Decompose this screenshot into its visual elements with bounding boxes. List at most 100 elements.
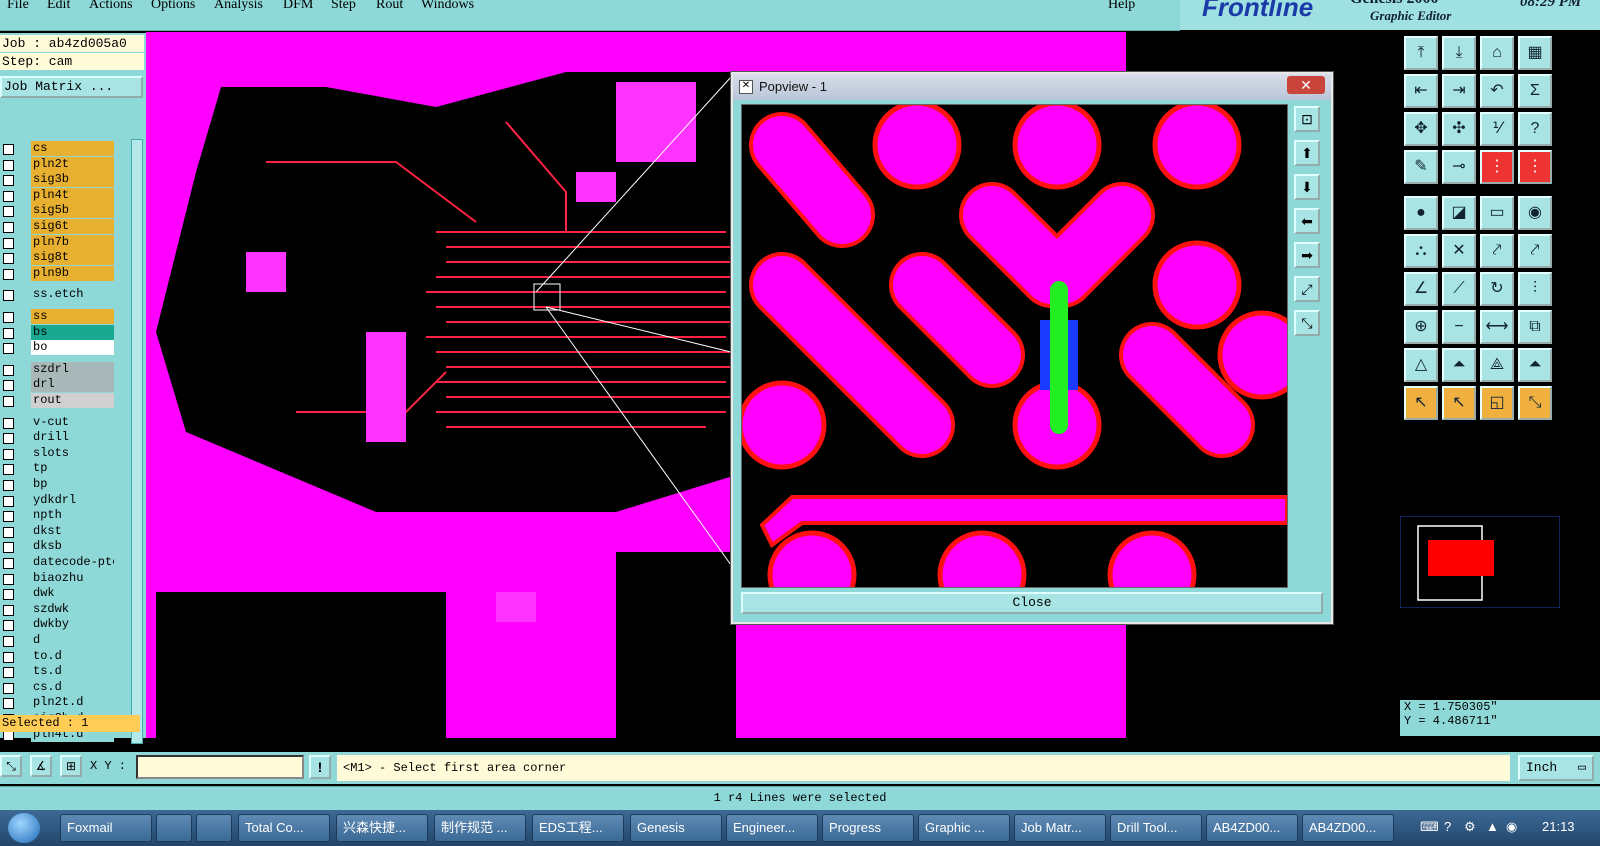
layer-checkbox[interactable] xyxy=(3,526,14,538)
layer-name[interactable]: drl xyxy=(31,377,114,393)
layer-row-slots[interactable]: slots xyxy=(0,445,115,461)
layer-checkbox[interactable] xyxy=(3,364,14,376)
triangle-mark-icon[interactable]: ⏶ xyxy=(1518,348,1552,382)
overview-map[interactable] xyxy=(1400,516,1560,608)
layer-name[interactable]: cs xyxy=(31,141,114,156)
layer-checkbox[interactable] xyxy=(3,589,14,601)
home-icon[interactable]: ⌂ xyxy=(1480,36,1514,70)
layer-name[interactable]: ss.etch xyxy=(31,287,114,303)
layer-name[interactable]: d xyxy=(31,633,114,648)
layer-checkbox[interactable] xyxy=(3,380,14,392)
layer-checkbox[interactable] xyxy=(3,253,14,265)
layer-checkbox[interactable] xyxy=(3,327,14,339)
layer-name[interactable]: pln9b xyxy=(31,265,114,281)
menu-file[interactable]: File xyxy=(7,0,29,13)
tray-expand-icon[interactable]: ▲ xyxy=(1486,819,1499,834)
layer-name[interactable]: dkst xyxy=(31,523,114,539)
align-icon[interactable]: ⫶ xyxy=(1518,272,1552,306)
layer-checkbox[interactable] xyxy=(3,159,14,171)
task-eds[interactable]: EDS工程... xyxy=(532,814,624,842)
task-ab4zd-1[interactable]: AB4ZD00... xyxy=(1206,814,1298,842)
layer-row-bo[interactable]: bo xyxy=(0,340,115,356)
layer-row-v-cut[interactable]: v-cut xyxy=(0,414,115,430)
triangle-icon[interactable]: △ xyxy=(1404,348,1438,382)
layer-checkbox[interactable] xyxy=(3,237,14,249)
layer-name[interactable]: pln7b xyxy=(31,234,114,250)
layer-checkbox[interactable] xyxy=(3,290,14,302)
clock-time[interactable]: 21:13 xyxy=(1542,819,1575,834)
popview-titlebar[interactable]: ✕ Popview - 1 ✕ xyxy=(733,74,1331,100)
triangle-up-icon[interactable]: ⏶ xyxy=(1442,348,1476,382)
menu-edit[interactable]: Edit xyxy=(47,0,70,13)
layer-checkbox[interactable] xyxy=(3,312,14,323)
layer-scrollbar[interactable] xyxy=(131,139,143,744)
task-xingsen[interactable]: 兴森快捷... xyxy=(336,814,428,842)
measure-icon[interactable]: ⟷ xyxy=(1480,310,1514,344)
pan-up-icon[interactable]: ⬆ xyxy=(1294,140,1320,166)
menu-help[interactable]: Help xyxy=(1108,0,1135,13)
copy-icon[interactable]: ⧉ xyxy=(1518,310,1552,344)
popview-close-button[interactable]: Close xyxy=(741,592,1323,614)
layer-name[interactable]: npth xyxy=(31,508,114,524)
network-icon[interactable]: ◉ xyxy=(1506,819,1517,835)
connect-icon[interactable]: ⤤ xyxy=(1480,234,1514,268)
layer-name[interactable]: sig5b xyxy=(31,203,114,219)
layer-row-npth[interactable]: npth xyxy=(0,508,115,524)
layer-name[interactable]: sig6t xyxy=(31,219,114,234)
layer-checkbox[interactable] xyxy=(3,268,14,280)
layer-name[interactable]: bo xyxy=(31,340,114,356)
task-spec[interactable]: 制作规范 ... xyxy=(434,814,526,842)
layer-name[interactable]: pln4t xyxy=(31,187,114,203)
layer-row-tp[interactable]: tp xyxy=(0,461,115,477)
pan-left-icon[interactable]: ⇤ xyxy=(1404,74,1438,108)
layer-checkbox[interactable] xyxy=(3,667,14,679)
task-job-matrix[interactable]: Job Matr... xyxy=(1014,814,1106,842)
angle-mode-icon[interactable]: ∡ xyxy=(30,755,52,777)
layer-row-biaozhu[interactable]: biaozhu xyxy=(0,570,115,586)
layer-checkbox[interactable] xyxy=(3,682,14,694)
layer-row-dwk[interactable]: dwk xyxy=(0,586,115,602)
layer-checkbox[interactable] xyxy=(3,206,14,218)
zoom-in-icon[interactable]: ⤡ xyxy=(1294,310,1320,336)
task-engineer[interactable]: Engineer... xyxy=(726,814,818,842)
layer-checkbox[interactable] xyxy=(3,542,14,554)
zoom-fit-icon[interactable]: ⊡ xyxy=(1294,106,1320,132)
layer-name[interactable]: tp xyxy=(31,461,114,477)
scale-icon[interactable]: ⅟ xyxy=(1480,112,1514,146)
layer-name[interactable]: ss xyxy=(31,309,114,324)
layer-name[interactable]: v-cut xyxy=(31,414,114,430)
layer-checkbox[interactable] xyxy=(3,573,14,585)
layer-name[interactable]: slots xyxy=(31,445,114,461)
menu-step[interactable]: Step xyxy=(331,0,356,13)
layer-checkbox[interactable] xyxy=(3,433,14,445)
layer-name[interactable]: datecode-pte xyxy=(31,555,114,570)
select-area-icon[interactable]: ◱ xyxy=(1480,386,1514,420)
layer-row-bp[interactable]: bp xyxy=(0,477,115,492)
task-total-commander[interactable]: Total Co... xyxy=(238,814,330,842)
cross-icon[interactable]: ✕ xyxy=(1442,234,1476,268)
layer-row-drill[interactable]: drill xyxy=(0,430,115,446)
layer-row-ss[interactable]: ss xyxy=(0,309,115,324)
layer-row-pln7b[interactable]: pln7b xyxy=(0,234,115,250)
layer-row-szdwk[interactable]: szdwk xyxy=(0,601,115,617)
select-icon[interactable]: ↖ xyxy=(1442,386,1476,420)
snap-mode-icon[interactable]: ⤡ xyxy=(0,755,22,777)
pan-down-icon[interactable]: ⬇ xyxy=(1294,174,1320,200)
menu-actions[interactable]: Actions xyxy=(89,0,133,13)
undo-icon[interactable]: ↶ xyxy=(1480,74,1514,108)
layer-checkbox[interactable] xyxy=(3,480,14,491)
settings-icon[interactable]: ⚙ xyxy=(1464,819,1476,835)
menu-analysis[interactable]: Analysis xyxy=(214,0,263,13)
layer-row-sig8t[interactable]: sig8t xyxy=(0,250,115,266)
popview-window[interactable]: ✕ Popview - 1 ✕ ⊡ ⬆ ⬇ ⬅ ➡ ⤢ ⤡ Close xyxy=(731,72,1333,624)
layer-row-drl[interactable]: drl xyxy=(0,377,115,393)
layer-row-szdrl[interactable]: szdrl xyxy=(0,361,115,377)
net-select-icon[interactable]: ⋮ xyxy=(1518,150,1552,184)
layer-row-dksb[interactable]: dksb xyxy=(0,539,115,555)
close-icon[interactable]: ✕ xyxy=(1287,76,1325,94)
layer-row-sig5b[interactable]: sig5b xyxy=(0,203,115,219)
layer-checkbox[interactable] xyxy=(3,343,14,355)
layer-checkbox[interactable] xyxy=(3,417,14,429)
layer-name[interactable]: dwkby xyxy=(31,617,114,633)
layer-name[interactable]: bp xyxy=(31,477,114,492)
